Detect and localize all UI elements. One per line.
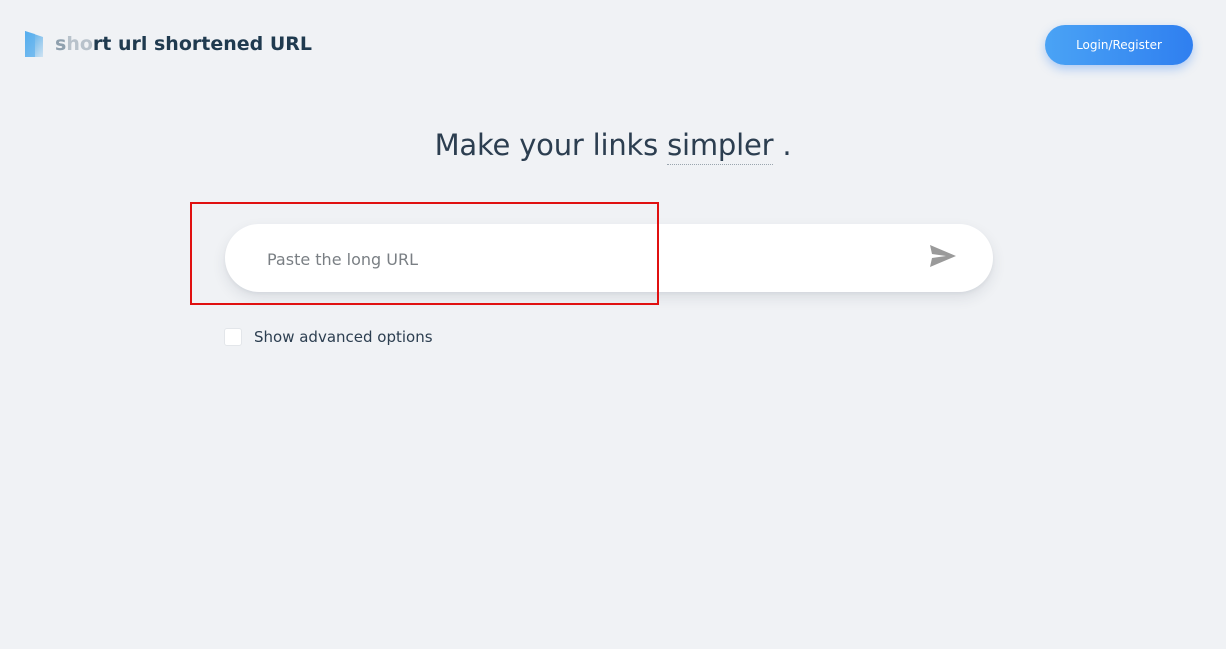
advanced-options-toggle[interactable]: Show advanced options: [224, 328, 433, 346]
logo-text: short url shortened URL: [55, 33, 313, 55]
url-form: [225, 224, 993, 294]
send-icon: [930, 245, 956, 271]
title-text-before: Make your links: [434, 128, 668, 162]
title-highlight-word: simpler: [667, 128, 774, 165]
logo-icon: [25, 31, 43, 57]
logo[interactable]: short url shortened URL: [25, 31, 312, 57]
long-url-input[interactable]: [265, 224, 909, 294]
advanced-options-label: Show advanced options: [254, 328, 433, 346]
login-register-button[interactable]: Login/Register: [1045, 25, 1193, 65]
shorten-submit-button[interactable]: [925, 240, 961, 276]
header: short url shortened URL Login/Register: [0, 0, 1226, 90]
title-text-after: .: [773, 128, 792, 162]
advanced-options-checkbox[interactable]: [224, 328, 242, 346]
page-title: Make your links simpler .: [0, 128, 1226, 165]
